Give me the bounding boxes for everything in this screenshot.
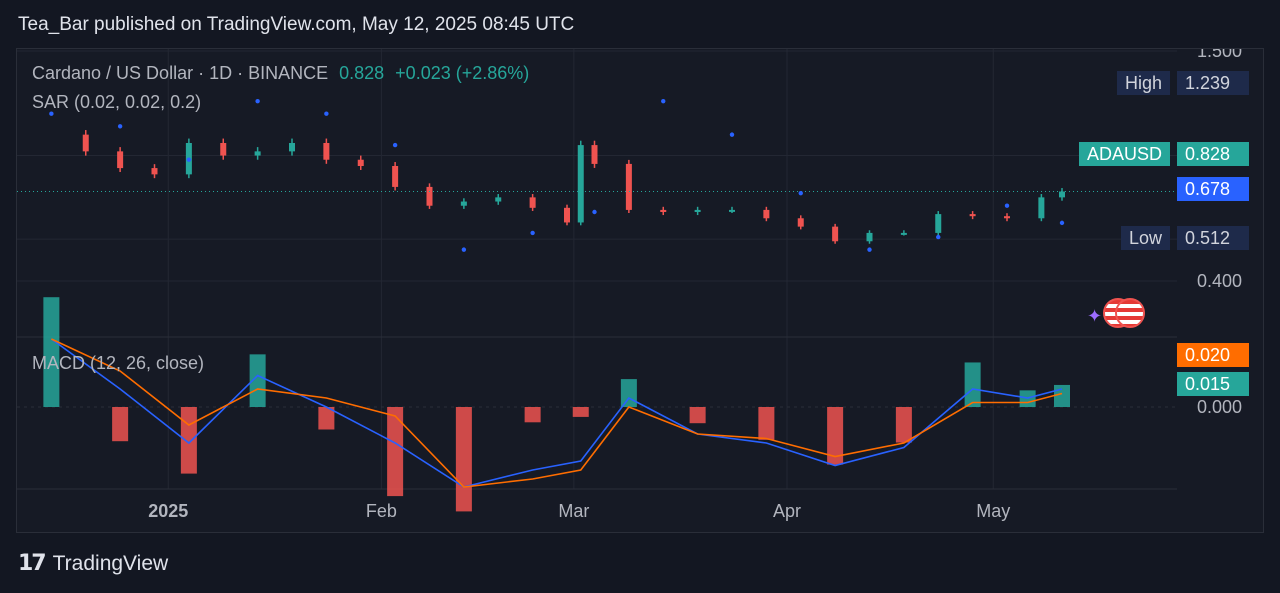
candle-body [529, 197, 536, 208]
time-tick-label: 2025 [148, 501, 188, 521]
candle-body [591, 145, 598, 164]
candle-body [729, 209, 735, 212]
candle-body [254, 151, 261, 156]
footer: 17 TradingView [18, 551, 168, 576]
macd-tick-label: 0.000 [1197, 397, 1242, 417]
symbol-legend: Cardano / US Dollar · 1D · BINANCE 0.828… [32, 63, 529, 84]
candle-body [797, 218, 804, 227]
sar-dot [1059, 220, 1065, 226]
sar-dot [392, 142, 398, 148]
candle-body [117, 151, 124, 169]
price-tick-label: 0.400 [1197, 271, 1242, 291]
candle-body [832, 226, 839, 242]
sar-dot [729, 132, 735, 137]
candle-body [969, 214, 976, 217]
time-tick-label: Feb [366, 501, 397, 521]
macd-histogram-bar [180, 407, 197, 474]
candle-body [460, 201, 467, 206]
candle-body [426, 186, 433, 206]
candle-body [1059, 191, 1065, 198]
sar-dot [186, 157, 192, 162]
sar-dot [661, 98, 666, 104]
macd-legend: MACD (12, 26, close) [32, 353, 205, 373]
star-icon: ✦ [1087, 306, 1103, 326]
sar-dot [867, 247, 872, 252]
candle-body [577, 145, 584, 223]
candle-body [1004, 216, 1010, 219]
publisher-line: Tea_Bar published on TradingView.com, Ma… [18, 14, 575, 35]
candle-body [357, 159, 364, 166]
macd-histogram-bar [1054, 384, 1070, 407]
chart-panel[interactable]: 1.5001.0000.6000.4002025FebMarAprMay0.00… [16, 48, 1264, 533]
low-value: 0.512 [1177, 226, 1249, 250]
brand-name: TradingView [52, 551, 169, 575]
macd-histogram-bar [689, 407, 706, 424]
price-change: +0.023 (+2.86%) [395, 63, 530, 83]
candle-body [289, 143, 295, 152]
sar-dot [936, 234, 941, 240]
tradingview-logo-icon: 17 [18, 551, 47, 576]
time-tick-label: Apr [773, 501, 801, 521]
macd-histogram-bar [112, 407, 129, 442]
candle-body [763, 209, 770, 219]
chart-svg[interactable]: 1.5001.0000.6000.4002025FebMarAprMay0.00… [17, 49, 1263, 532]
macd-histogram-bar [964, 362, 981, 407]
us-flag-icon-2 [1115, 298, 1145, 328]
macd-histogram-bar [620, 379, 637, 407]
candle-body [392, 166, 399, 187]
macd-histogram-bar [524, 407, 541, 423]
candle-body [220, 143, 227, 156]
macd-histogram-bar [387, 407, 404, 497]
sar-dot [255, 98, 260, 104]
candle-body [564, 207, 570, 223]
candle-body [82, 134, 89, 152]
last-price: 0.828 [339, 63, 385, 83]
candle-body [625, 163, 632, 210]
sar-legend: SAR (0.02, 0.02, 0.2) [32, 92, 202, 112]
high-label: High [1117, 71, 1171, 95]
sar-dot [1004, 203, 1010, 208]
symbol-name: Cardano / US Dollar · 1D · BINANCE [32, 63, 329, 83]
candle-body [660, 209, 667, 212]
macd-tag: 0.020 [1177, 343, 1249, 367]
sar-dot [461, 247, 467, 252]
macd-histogram-bar [758, 407, 775, 440]
candle-body [495, 197, 502, 202]
price-tag: 0.828 [1177, 142, 1249, 166]
candle-body [1038, 197, 1045, 219]
economic-events-icon[interactable]: ✦ [1087, 298, 1147, 330]
time-tick-label: May [976, 501, 1010, 521]
sar-dot [324, 111, 329, 116]
candle-body [935, 214, 942, 233]
macd-histogram-bar [572, 407, 589, 417]
signal-tag: 0.015 [1177, 372, 1249, 396]
sar-dot [798, 190, 803, 196]
macd-histogram-bar [895, 407, 912, 443]
candle-body [151, 168, 158, 175]
macd-histogram-bar [455, 407, 472, 512]
candle-body [323, 143, 330, 160]
price-tick-label: 1.500 [1197, 49, 1242, 61]
symbol-tag: ADAUSD [1079, 142, 1171, 166]
time-tick-label: Mar [558, 501, 589, 521]
candle-body [694, 209, 701, 212]
candle-body [866, 232, 873, 242]
high-value: 1.239 [1177, 71, 1249, 95]
sar-dot [530, 230, 535, 236]
candle-body [900, 232, 907, 235]
low-label: Low [1121, 226, 1171, 250]
sar-dot [592, 209, 597, 215]
sar-dot [117, 124, 123, 129]
sar-tag: 0.678 [1177, 177, 1249, 201]
